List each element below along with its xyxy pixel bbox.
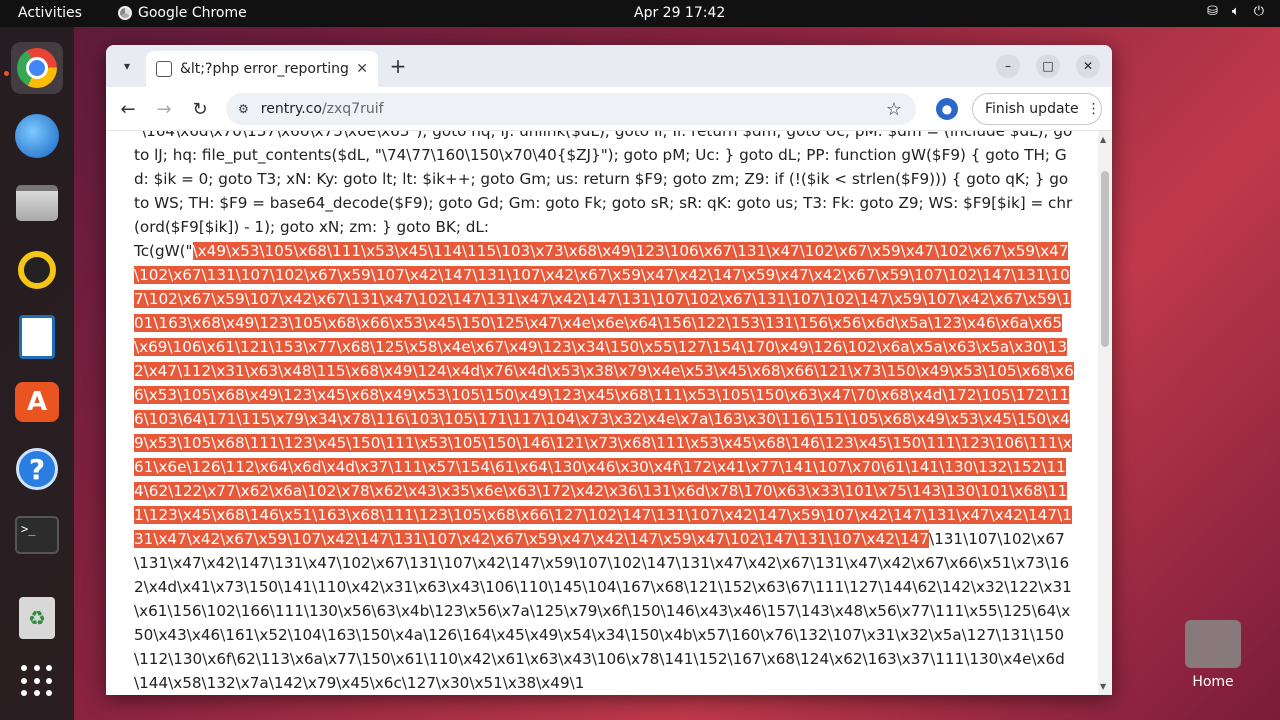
activities-button[interactable]: Activities bbox=[18, 5, 82, 21]
desktop-home[interactable]: Home bbox=[1184, 620, 1242, 690]
power-icon: ⏻ bbox=[1253, 4, 1264, 19]
system-tray[interactable]: ⛁ 🔈︎ ⏻ bbox=[1207, 4, 1264, 19]
running-indicator bbox=[4, 71, 9, 76]
back-arrow-icon: ← bbox=[120, 98, 136, 120]
reload-icon: ↻ bbox=[192, 98, 208, 120]
app-menu[interactable]: Google Chrome bbox=[118, 5, 247, 21]
app-center-icon: A bbox=[15, 382, 59, 422]
chrome-icon bbox=[118, 6, 132, 20]
dock-app-center[interactable]: A bbox=[11, 376, 63, 428]
home-folder-icon bbox=[1185, 620, 1241, 668]
site-info-icon[interactable]: ⚙ bbox=[238, 102, 249, 116]
terminal-icon: >_ bbox=[15, 516, 59, 554]
code-text-before: "\164\x6d\x70\137\x66\x75\x6e\x63"); got… bbox=[134, 131, 1073, 236]
tab-active[interactable]: &lt;?php error_reporting ✕ bbox=[146, 51, 378, 87]
network-icon: ⛁ bbox=[1206, 4, 1218, 19]
forward-arrow-icon: → bbox=[156, 98, 172, 120]
clock[interactable]: Apr 29 17:42 bbox=[634, 5, 725, 21]
dock-terminal[interactable]: >_ bbox=[11, 509, 63, 561]
code-call-prefix: Tc(gW(" bbox=[134, 242, 193, 260]
top-bar: Activities Google Chrome Apr 29 17:42 ⛁ … bbox=[0, 0, 1280, 27]
finish-update-label: Finish update bbox=[985, 101, 1079, 117]
dock-trash[interactable]: ♻ bbox=[11, 592, 63, 644]
finish-update-button[interactable]: Finish update ⋮ bbox=[972, 93, 1102, 125]
tab-strip: ▾ &lt;?php error_reporting ✕ + – □ ✕ bbox=[106, 45, 1112, 87]
url-domain: rentry.co bbox=[260, 101, 322, 117]
thunderbird-icon bbox=[15, 114, 59, 158]
back-button[interactable]: ← bbox=[116, 97, 140, 121]
chevron-down-icon: ▾ bbox=[123, 59, 131, 73]
more-options-icon: ⋮ bbox=[1086, 101, 1101, 117]
new-tab-button[interactable]: + bbox=[386, 54, 410, 78]
chrome-window: ▾ &lt;?php error_reporting ✕ + – □ ✕ ← →… bbox=[106, 45, 1112, 695]
dock-thunderbird[interactable] bbox=[11, 110, 63, 162]
php-code-text[interactable]: "\164\x6d\x70\137\x66\x75\x6e\x63"); got… bbox=[134, 131, 1074, 695]
dock-show-apps[interactable] bbox=[11, 655, 63, 707]
minimize-icon: – bbox=[1005, 59, 1011, 73]
close-window-button[interactable]: ✕ bbox=[1076, 54, 1100, 78]
forward-button[interactable]: → bbox=[152, 97, 176, 121]
tab-search-button[interactable]: ▾ bbox=[113, 54, 141, 78]
app-name: Google Chrome bbox=[138, 5, 247, 21]
trash-icon: ♻ bbox=[19, 597, 55, 639]
help-icon: ? bbox=[16, 448, 58, 490]
volume-icon: 🔈︎ bbox=[1231, 4, 1240, 19]
writer-icon bbox=[19, 315, 55, 359]
minimize-button[interactable]: – bbox=[996, 54, 1020, 78]
scroll-up-icon[interactable]: ▲ bbox=[1100, 135, 1106, 144]
scrollbar-thumb[interactable] bbox=[1101, 171, 1109, 347]
maximize-icon: □ bbox=[1042, 59, 1054, 73]
show-apps-icon bbox=[21, 665, 53, 697]
tab-title: &lt;?php error_reporting bbox=[180, 61, 349, 77]
url-path: /zxq7ruif bbox=[321, 101, 384, 117]
close-icon: ✕ bbox=[1082, 59, 1094, 73]
files-icon bbox=[16, 185, 58, 221]
bookmark-star-icon[interactable]: ☆ bbox=[886, 99, 902, 120]
scroll-down-icon[interactable]: ▼ bbox=[1100, 682, 1106, 691]
google-chrome-icon bbox=[17, 48, 57, 88]
plus-icon: + bbox=[389, 54, 407, 78]
browser-toolbar: ← → ↻ ⚙ rentry.co/zxq7ruif ☆ ● Finish up… bbox=[106, 87, 1112, 131]
profile-avatar[interactable]: ● bbox=[936, 98, 958, 120]
rhythmbox-icon bbox=[18, 251, 56, 289]
home-label: Home bbox=[1192, 674, 1234, 690]
page-scrollbar[interactable]: ▲ ▼ bbox=[1098, 131, 1112, 695]
reload-button[interactable]: ↻ bbox=[188, 97, 212, 121]
dock-rhythmbox[interactable] bbox=[11, 244, 63, 296]
selected-text[interactable]: \x49\x53\105\x68\111\x53\x45\114\115\103… bbox=[134, 242, 1074, 548]
person-icon: ● bbox=[941, 102, 953, 116]
page-content: "\164\x6d\x70\137\x66\x75\x6e\x63"); got… bbox=[106, 131, 1098, 695]
code-text-after: \131\107\102\x67\131\x47\x42\147\131\x47… bbox=[134, 530, 1072, 692]
address-bar[interactable]: ⚙ rentry.co/zxq7ruif ☆ bbox=[226, 93, 916, 125]
maximize-button[interactable]: □ bbox=[1036, 54, 1060, 78]
page-favicon-icon bbox=[156, 61, 172, 77]
dock-libreoffice-writer[interactable] bbox=[11, 311, 63, 363]
tab-close-icon[interactable]: ✕ bbox=[356, 61, 368, 77]
dock: A ? >_ ♻ bbox=[0, 27, 74, 720]
dock-help[interactable]: ? bbox=[11, 443, 63, 495]
dock-files[interactable] bbox=[11, 177, 63, 229]
dock-google-chrome[interactable] bbox=[11, 42, 63, 94]
